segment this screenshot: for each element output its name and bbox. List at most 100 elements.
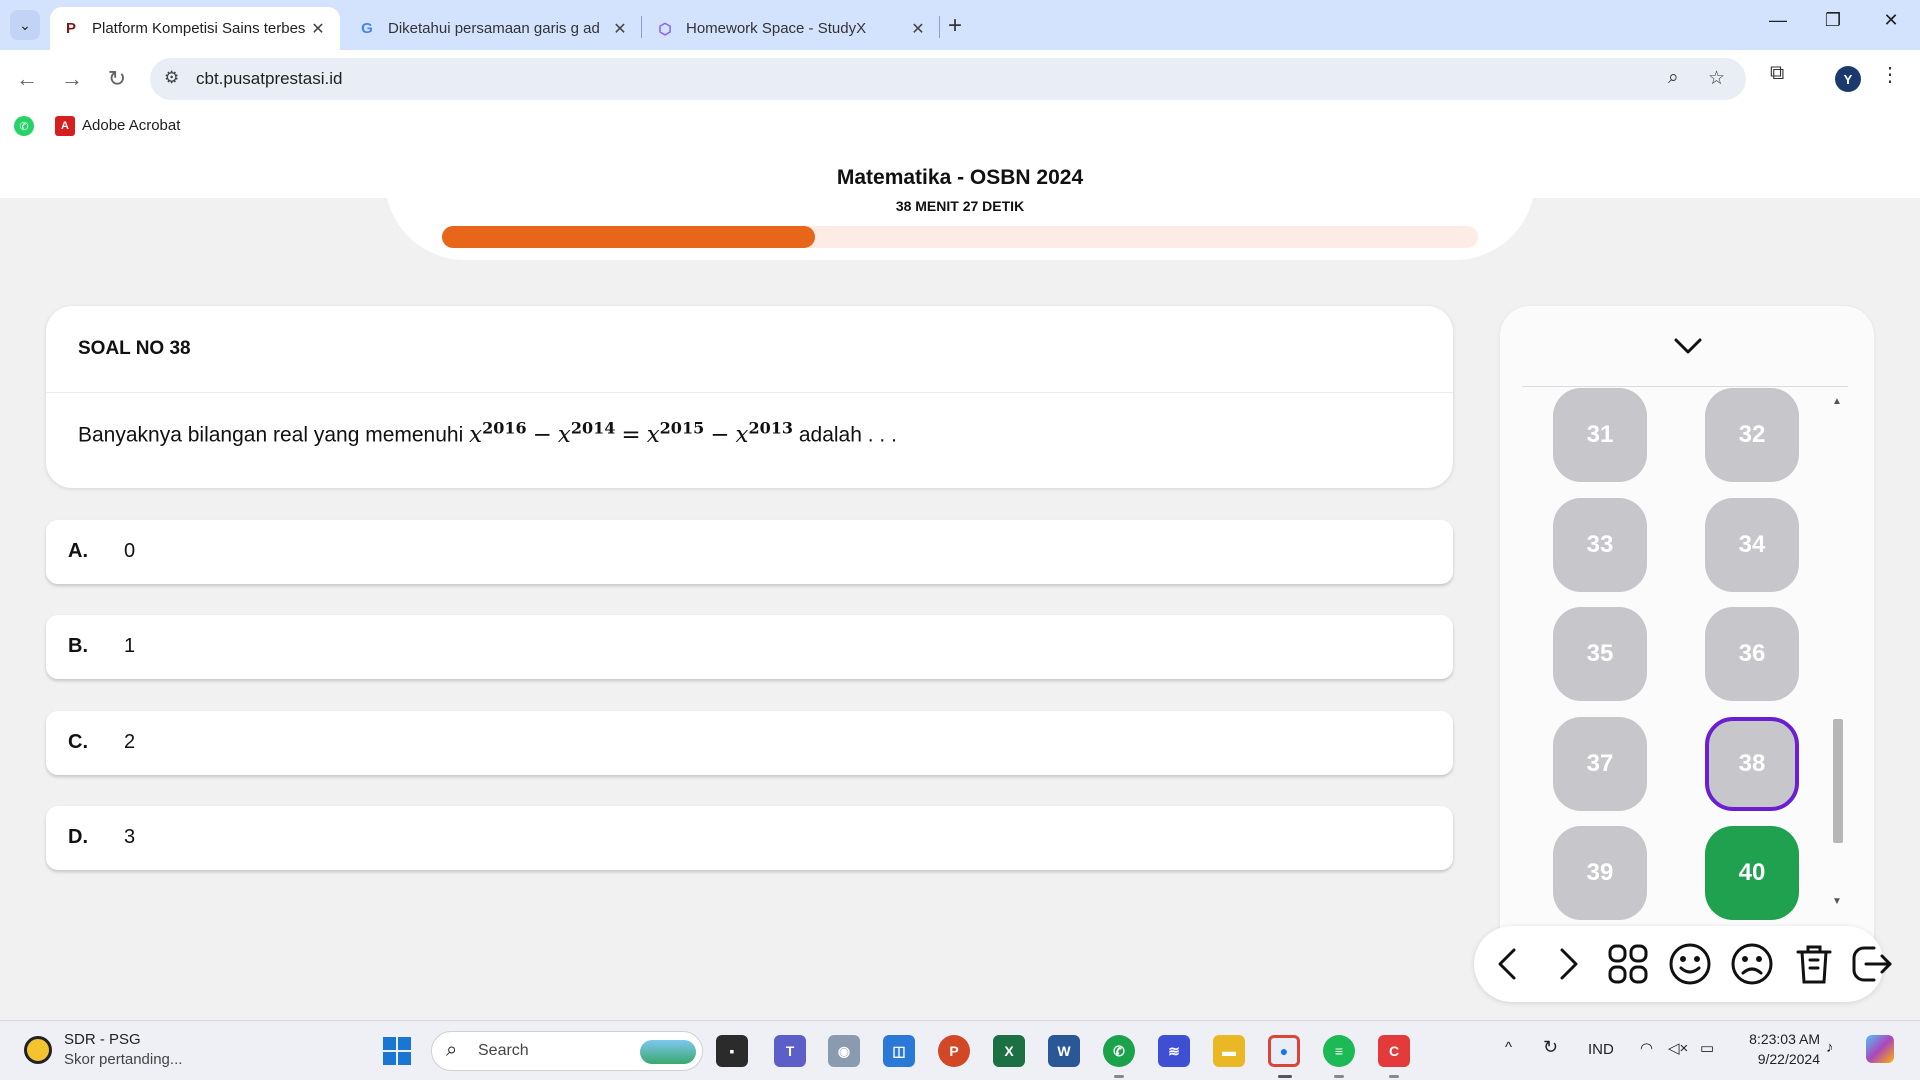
whatsapp-icon[interactable]: ✆: [14, 116, 34, 136]
menu-icon[interactable]: ⋮: [1880, 62, 1900, 87]
windows-start-icon[interactable]: [383, 1037, 411, 1065]
site-info-icon[interactable]: ⚙: [164, 68, 179, 88]
exam-title: Matematika - OSBN 2024: [836, 166, 1084, 189]
option-letter: B.: [68, 635, 88, 657]
sync-icon[interactable]: ↻: [1543, 1037, 1558, 1058]
close-tab-icon[interactable]: ✕: [610, 19, 630, 39]
question-button-35[interactable]: 35: [1553, 607, 1647, 701]
camera-app-icon[interactable]: ◉: [828, 1035, 860, 1067]
file-explorer-icon[interactable]: ▬: [1213, 1035, 1245, 1067]
taskbar-search[interactable]: ⌕ Search: [431, 1031, 703, 1071]
back-icon[interactable]: ←: [10, 62, 44, 96]
whatsapp-taskbar-icon[interactable]: ✆: [1103, 1035, 1135, 1067]
question-button-34[interactable]: 34: [1705, 498, 1799, 592]
progress-fill: [442, 226, 815, 248]
navigator-scrollbar[interactable]: ▲ ▼: [1830, 396, 1846, 916]
option-c[interactable]: C. 2: [46, 711, 1453, 775]
option-text: 3: [124, 826, 136, 848]
notification-bell-icon[interactable]: ♪: [1826, 1039, 1834, 1056]
option-text: 1: [124, 635, 136, 657]
zoom-icon[interactable]: ⌕: [1668, 67, 1679, 89]
next-icon[interactable]: [1544, 940, 1592, 988]
option-a[interactable]: A. 0: [46, 520, 1453, 584]
question-button-37[interactable]: 37: [1553, 717, 1647, 811]
battery-icon[interactable]: ▭: [1700, 1039, 1714, 1057]
question-button-32[interactable]: 32: [1705, 388, 1799, 482]
math-operator: =: [621, 421, 641, 448]
chevron-down-icon[interactable]: [1670, 328, 1706, 364]
copilot-icon[interactable]: [1866, 1035, 1894, 1063]
close-tab-icon[interactable]: ✕: [908, 19, 928, 39]
chrome-icon[interactable]: ●: [1268, 1035, 1300, 1067]
teams-icon[interactable]: T: [774, 1035, 806, 1067]
tab-title: Homework Space - StudyX: [686, 20, 867, 37]
acrobat-icon[interactable]: A: [55, 116, 75, 136]
exit-icon[interactable]: [1848, 940, 1896, 988]
question-button-40[interactable]: 40: [1705, 826, 1799, 920]
grid-icon[interactable]: [1604, 940, 1652, 988]
option-d[interactable]: D. 3: [46, 806, 1453, 870]
bookmarks-bar: ✆ A Adobe Acrobat: [0, 108, 1920, 144]
question-button-39[interactable]: 39: [1553, 826, 1647, 920]
trash-icon[interactable]: [1790, 940, 1838, 988]
scroll-up-icon[interactable]: ▲: [1832, 396, 1842, 407]
address-bar[interactable]: ⚙ cbt.pusatprestasi.id ⌕ ☆: [150, 58, 1746, 100]
divider: [46, 392, 1453, 393]
news-widget-subtitle[interactable]: Skor pertanding...: [64, 1051, 182, 1068]
task-view-icon[interactable]: ▪: [716, 1035, 748, 1067]
math-exponent: 2016: [482, 418, 527, 437]
sad-icon[interactable]: [1728, 940, 1776, 988]
news-widget-title[interactable]: SDR - PSG: [64, 1031, 141, 1048]
spotify-icon[interactable]: ≡: [1323, 1035, 1355, 1067]
vscode-like-icon[interactable]: ≋: [1158, 1035, 1190, 1067]
ccleaner-icon[interactable]: C: [1378, 1035, 1410, 1067]
bookmark-star-icon[interactable]: ☆: [1708, 67, 1725, 90]
tab-google-search[interactable]: G Diketahui persamaan garis g ad ✕: [346, 7, 642, 50]
volume-muted-icon[interactable]: ◁×: [1668, 1039, 1688, 1057]
math-exponent: 2015: [659, 418, 705, 437]
scrollbar-thumb[interactable]: [1833, 719, 1843, 843]
close-tab-icon[interactable]: ✕: [308, 19, 328, 39]
math-equation: x2016− x2014 = x2015− x2013: [469, 418, 793, 448]
restore-icon[interactable]: ❐: [1813, 10, 1853, 31]
close-window-icon[interactable]: ✕: [1871, 10, 1911, 31]
new-tab-icon[interactable]: +: [948, 12, 962, 40]
wifi-icon[interactable]: ◠: [1640, 1039, 1653, 1057]
soccer-ball-icon[interactable]: [24, 1036, 52, 1064]
clock-date[interactable]: 9/22/2024: [1738, 1051, 1820, 1067]
option-b[interactable]: B. 1: [46, 615, 1453, 679]
question-button-36[interactable]: 36: [1705, 607, 1799, 701]
tab-search-button[interactable]: ⌄: [10, 10, 40, 40]
tab-separator: [641, 16, 642, 38]
reload-icon[interactable]: ↻: [100, 62, 134, 96]
previous-icon[interactable]: [1484, 940, 1532, 988]
word-icon[interactable]: W: [1048, 1035, 1080, 1067]
outlook-icon[interactable]: ◫: [883, 1035, 915, 1067]
search-icon: ⌕: [446, 1039, 458, 1061]
clock-time[interactable]: 8:23:03 AM: [1738, 1031, 1820, 1047]
forward-icon[interactable]: →: [55, 62, 89, 96]
tab-studyx[interactable]: ⬡ Homework Space - StudyX ✕: [644, 7, 940, 50]
powerpoint-icon[interactable]: P: [938, 1035, 970, 1067]
math-exponent: 2013: [748, 418, 793, 437]
url-text[interactable]: cbt.pusatprestasi.id: [196, 69, 342, 89]
option-letter: A.: [68, 540, 88, 562]
show-hidden-icons-icon[interactable]: ^: [1505, 1039, 1512, 1056]
language-indicator[interactable]: IND: [1588, 1041, 1614, 1058]
tab-pusatprestasi[interactable]: P Platform Kompetisi Sains terbes ✕: [50, 7, 340, 50]
scroll-down-icon[interactable]: ▼: [1832, 896, 1842, 907]
question-button-33[interactable]: 33: [1553, 498, 1647, 592]
divider: [1522, 386, 1848, 387]
question-button-38[interactable]: 38: [1705, 717, 1799, 811]
math-base: x: [646, 421, 660, 448]
bookmark-adobe-acrobat[interactable]: Adobe Acrobat: [82, 117, 180, 134]
tab-title: Diketahui persamaan garis g ad: [388, 20, 600, 37]
smile-icon[interactable]: [1666, 940, 1714, 988]
profile-avatar[interactable]: Y: [1835, 66, 1861, 92]
excel-icon[interactable]: X: [993, 1035, 1025, 1067]
question-navigator: 31 32 33 34 35 36 37 38 39 40 ▲ ▼: [1500, 306, 1874, 996]
question-button-31[interactable]: 31: [1553, 388, 1647, 482]
extensions-icon[interactable]: ⧉: [1770, 62, 1784, 85]
minimize-icon[interactable]: —: [1758, 10, 1798, 31]
math-operator: −: [710, 421, 730, 448]
